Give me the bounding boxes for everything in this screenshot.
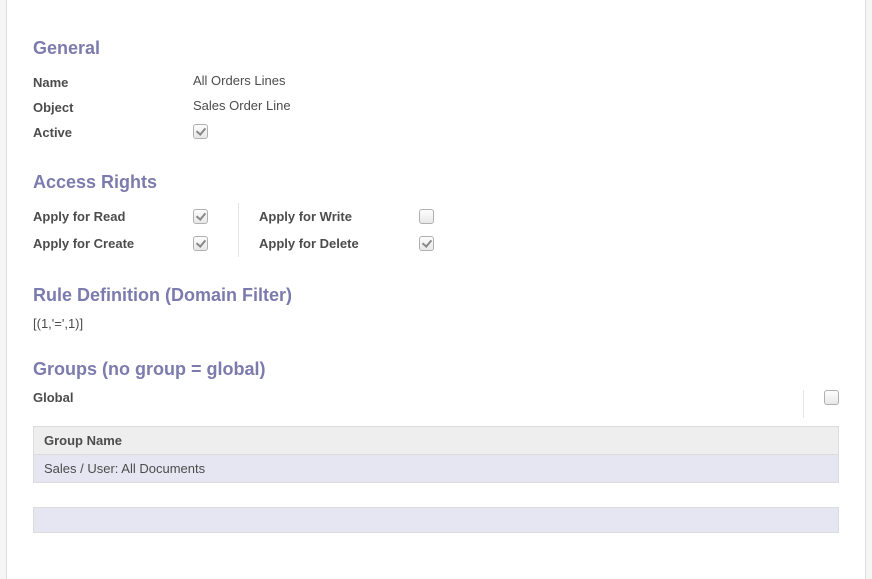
global-checkbox[interactable] — [824, 390, 839, 405]
group-name-cell: Sales / User: All Documents — [34, 455, 839, 483]
section-general-heading: General — [33, 38, 839, 59]
apply-delete-checkbox[interactable] — [419, 236, 434, 251]
apply-write-label: Apply for Write — [259, 209, 419, 224]
access-rights-grid: Apply for Read Apply for Create Apply fo… — [33, 203, 839, 257]
apply-write-checkbox[interactable] — [419, 209, 434, 224]
name-value: All Orders Lines — [193, 73, 285, 88]
groups-column-header: Group Name — [34, 427, 839, 455]
bottom-bar — [33, 507, 839, 533]
section-access-heading: Access Rights — [33, 172, 839, 193]
form-content: General Name All Orders Lines Object Sal… — [13, 0, 859, 533]
apply-create-label: Apply for Create — [33, 236, 193, 251]
name-label: Name — [33, 73, 193, 90]
object-link[interactable]: Sales Order Line — [193, 98, 291, 113]
object-label: Object — [33, 98, 193, 115]
table-row[interactable]: Sales / User: All Documents — [34, 455, 839, 483]
section-groups-heading: Groups (no group = global) — [33, 359, 839, 380]
rule-domain-text: [(1,'=',1)] — [33, 316, 839, 331]
general-fields: Name All Orders Lines Object Sales Order… — [33, 69, 839, 144]
active-checkbox[interactable] — [193, 124, 208, 139]
apply-read-checkbox[interactable] — [193, 209, 208, 224]
form-page: General Name All Orders Lines Object Sal… — [6, 0, 866, 579]
active-label: Active — [33, 123, 193, 140]
apply-delete-label: Apply for Delete — [259, 236, 419, 251]
global-label: Global — [33, 390, 803, 405]
groups-table: Group Name Sales / User: All Documents — [33, 426, 839, 483]
apply-create-checkbox[interactable] — [193, 236, 208, 251]
apply-read-label: Apply for Read — [33, 209, 193, 224]
section-rule-heading: Rule Definition (Domain Filter) — [33, 285, 839, 306]
